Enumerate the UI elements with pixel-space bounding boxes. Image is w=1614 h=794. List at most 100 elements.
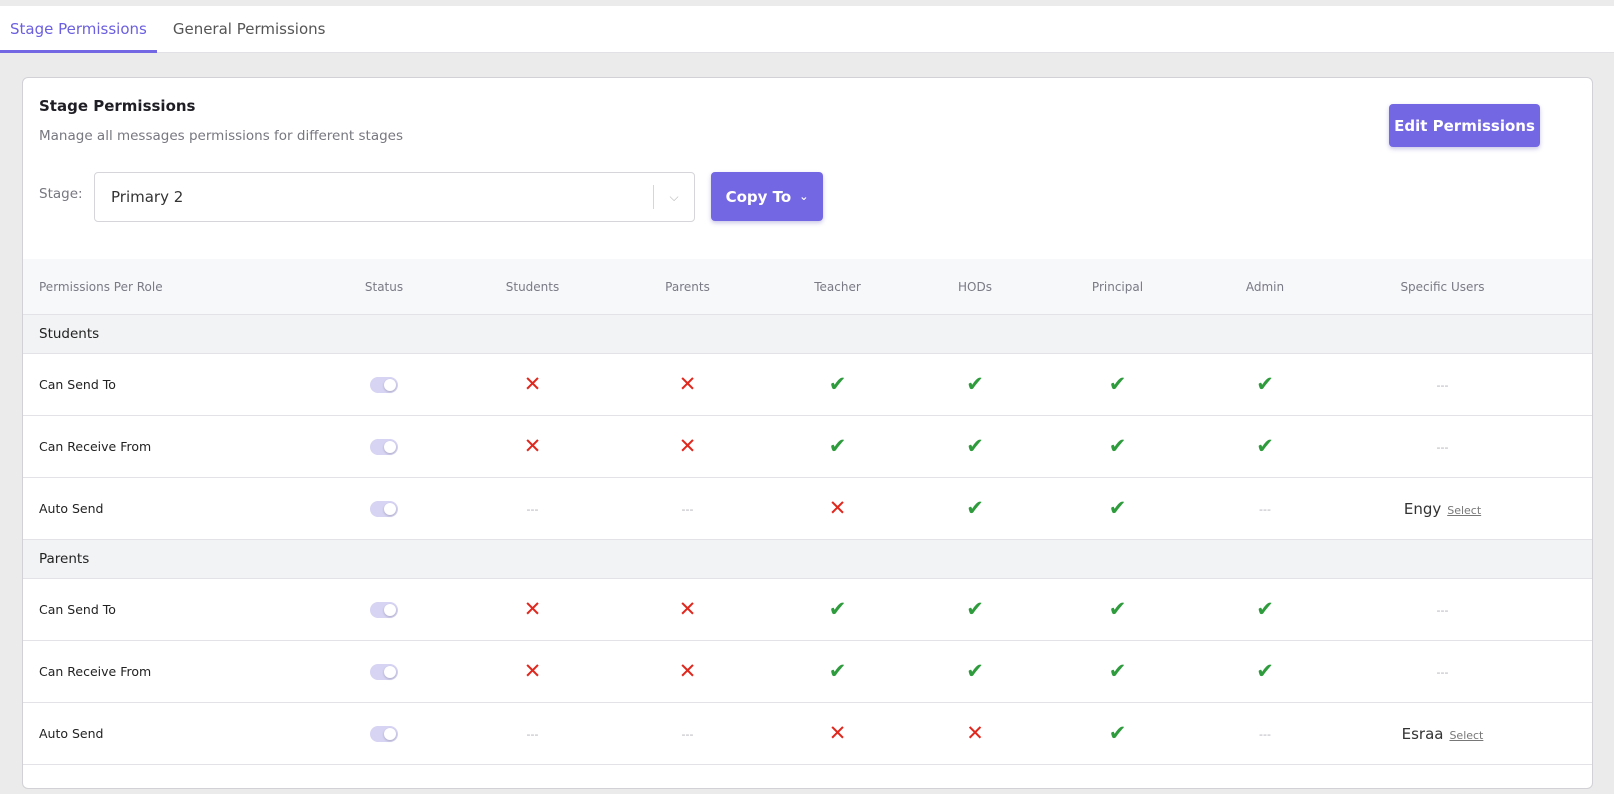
permission-cell: --- [1195, 726, 1335, 741]
table-row: Auto Send --- --- ✕ ✕ ✔ --- Esraa Select [23, 703, 1592, 765]
stage-label: Stage: [39, 186, 83, 202]
check-icon: ✔ [1256, 434, 1274, 458]
permission-label: Auto Send [39, 726, 104, 741]
status-cell [313, 438, 455, 455]
group-row: Students [23, 315, 1592, 354]
permission-cell: ✔ [910, 374, 1040, 395]
cross-icon: ✕ [678, 659, 697, 683]
empty-dash: --- [681, 728, 694, 741]
status-toggle[interactable] [370, 376, 398, 393]
check-icon: ✔ [1108, 434, 1127, 458]
cross-icon: ✕ [678, 372, 697, 396]
check-icon: ✔ [1108, 372, 1127, 396]
column-header: HODs [958, 279, 992, 294]
column-header: Parents [665, 279, 710, 294]
check-icon: ✔ [1256, 597, 1274, 621]
status-toggle[interactable] [370, 500, 398, 517]
cross-icon: ✕ [523, 372, 542, 396]
empty-dash: --- [1436, 441, 1449, 454]
card-title: Stage Permissions [39, 97, 196, 115]
permission-cell: ✔ [1040, 723, 1195, 744]
edit-permissions-button[interactable]: Edit Permissions [1389, 104, 1540, 147]
specific-users-cell: --- [1335, 439, 1550, 454]
check-icon: ✔ [966, 372, 984, 396]
toggle-knob [384, 440, 396, 453]
specific-users-cell: --- [1335, 664, 1550, 679]
permission-cell: ✕ [610, 599, 765, 620]
permission-cell: ✔ [910, 498, 1040, 519]
column-header: Teacher [814, 279, 861, 294]
permission-cell: ✔ [765, 599, 910, 620]
permission-label: Can Send To [39, 377, 116, 392]
specific-users-cell: --- [1335, 377, 1550, 392]
specific-users-cell: Esraa Select [1335, 725, 1550, 743]
tab-general-permissions[interactable]: General Permissions [163, 6, 336, 52]
specific-users-cell: --- [1335, 602, 1550, 617]
table-row: Auto Send --- --- ✕ ✔ ✔ --- Engy Select [23, 478, 1592, 540]
copy-to-button[interactable]: Copy To ⌄ [711, 172, 823, 221]
check-icon: ✔ [828, 597, 847, 621]
cross-icon: ✕ [523, 434, 542, 458]
permission-cell: ✔ [1195, 599, 1335, 620]
empty-dash: --- [1259, 503, 1271, 516]
check-icon: ✔ [1256, 659, 1274, 683]
toggle-knob [384, 665, 396, 678]
check-icon: ✔ [1108, 496, 1127, 520]
toggle-knob [384, 603, 396, 616]
cross-icon: ✕ [678, 597, 697, 621]
check-icon: ✔ [966, 496, 984, 520]
select-user-link[interactable]: Select [1449, 729, 1483, 742]
permission-cell: ✔ [1195, 374, 1335, 395]
group-row: Parents [23, 540, 1592, 579]
check-icon: ✔ [828, 434, 847, 458]
permission-cell: ✔ [1040, 374, 1195, 395]
permission-cell: ✔ [1195, 436, 1335, 457]
permission-cell: ✕ [765, 723, 910, 744]
status-cell [313, 601, 455, 618]
permissions-table: Permissions Per Role Status Students Par… [23, 259, 1592, 765]
status-toggle[interactable] [370, 601, 398, 618]
chevron-down-icon: ⌄ [799, 190, 809, 203]
permission-cell: ✔ [1195, 661, 1335, 682]
status-toggle[interactable] [370, 663, 398, 680]
table-header-row: Permissions Per Role Status Students Par… [23, 259, 1592, 315]
permission-cell: --- [610, 501, 765, 516]
group-label: Parents [39, 551, 90, 567]
status-cell [313, 376, 455, 393]
cross-icon: ✕ [828, 496, 847, 520]
permission-cell: ✕ [910, 723, 1040, 744]
status-cell [313, 500, 455, 517]
table-row: Can Send To ✕ ✕ ✔ ✔ ✔ ✔ --- [23, 579, 1592, 641]
check-icon: ✔ [1108, 721, 1127, 745]
status-toggle[interactable] [370, 438, 398, 455]
table-row: Can Send To ✕ ✕ ✔ ✔ ✔ ✔ --- [23, 354, 1592, 416]
check-icon: ✔ [966, 434, 984, 458]
cross-icon: ✕ [828, 721, 847, 745]
cross-icon: ✕ [523, 659, 542, 683]
select-user-link[interactable]: Select [1447, 504, 1481, 517]
stage-permissions-card: Stage Permissions Manage all messages pe… [22, 77, 1593, 789]
table-row: Can Receive From ✕ ✕ ✔ ✔ ✔ ✔ --- [23, 416, 1592, 478]
permission-cell: ✔ [765, 374, 910, 395]
permission-cell: ✔ [910, 436, 1040, 457]
table-row: Can Receive From ✕ ✕ ✔ ✔ ✔ ✔ --- [23, 641, 1592, 703]
permission-cell: --- [1195, 501, 1335, 516]
tab-stage-permissions[interactable]: Stage Permissions [0, 6, 157, 53]
status-cell [313, 725, 455, 742]
check-icon: ✔ [966, 597, 984, 621]
stage-select[interactable]: Primary 2 ⌵ [94, 172, 695, 222]
specific-user-name: Esraa [1401, 724, 1444, 743]
permission-cell: ✕ [455, 599, 610, 620]
cross-icon: ✕ [966, 721, 984, 745]
column-header: Students [505, 279, 560, 294]
toggle-knob [384, 378, 396, 391]
permission-cell: ✕ [610, 436, 765, 457]
empty-dash: --- [1436, 604, 1449, 617]
column-header: Principal [1091, 279, 1144, 294]
cross-icon: ✕ [678, 434, 697, 458]
check-icon: ✔ [828, 659, 847, 683]
status-toggle[interactable] [370, 725, 398, 742]
empty-dash: --- [681, 503, 694, 516]
stage-select-value: Primary 2 [111, 188, 184, 206]
empty-dash: --- [526, 503, 539, 516]
